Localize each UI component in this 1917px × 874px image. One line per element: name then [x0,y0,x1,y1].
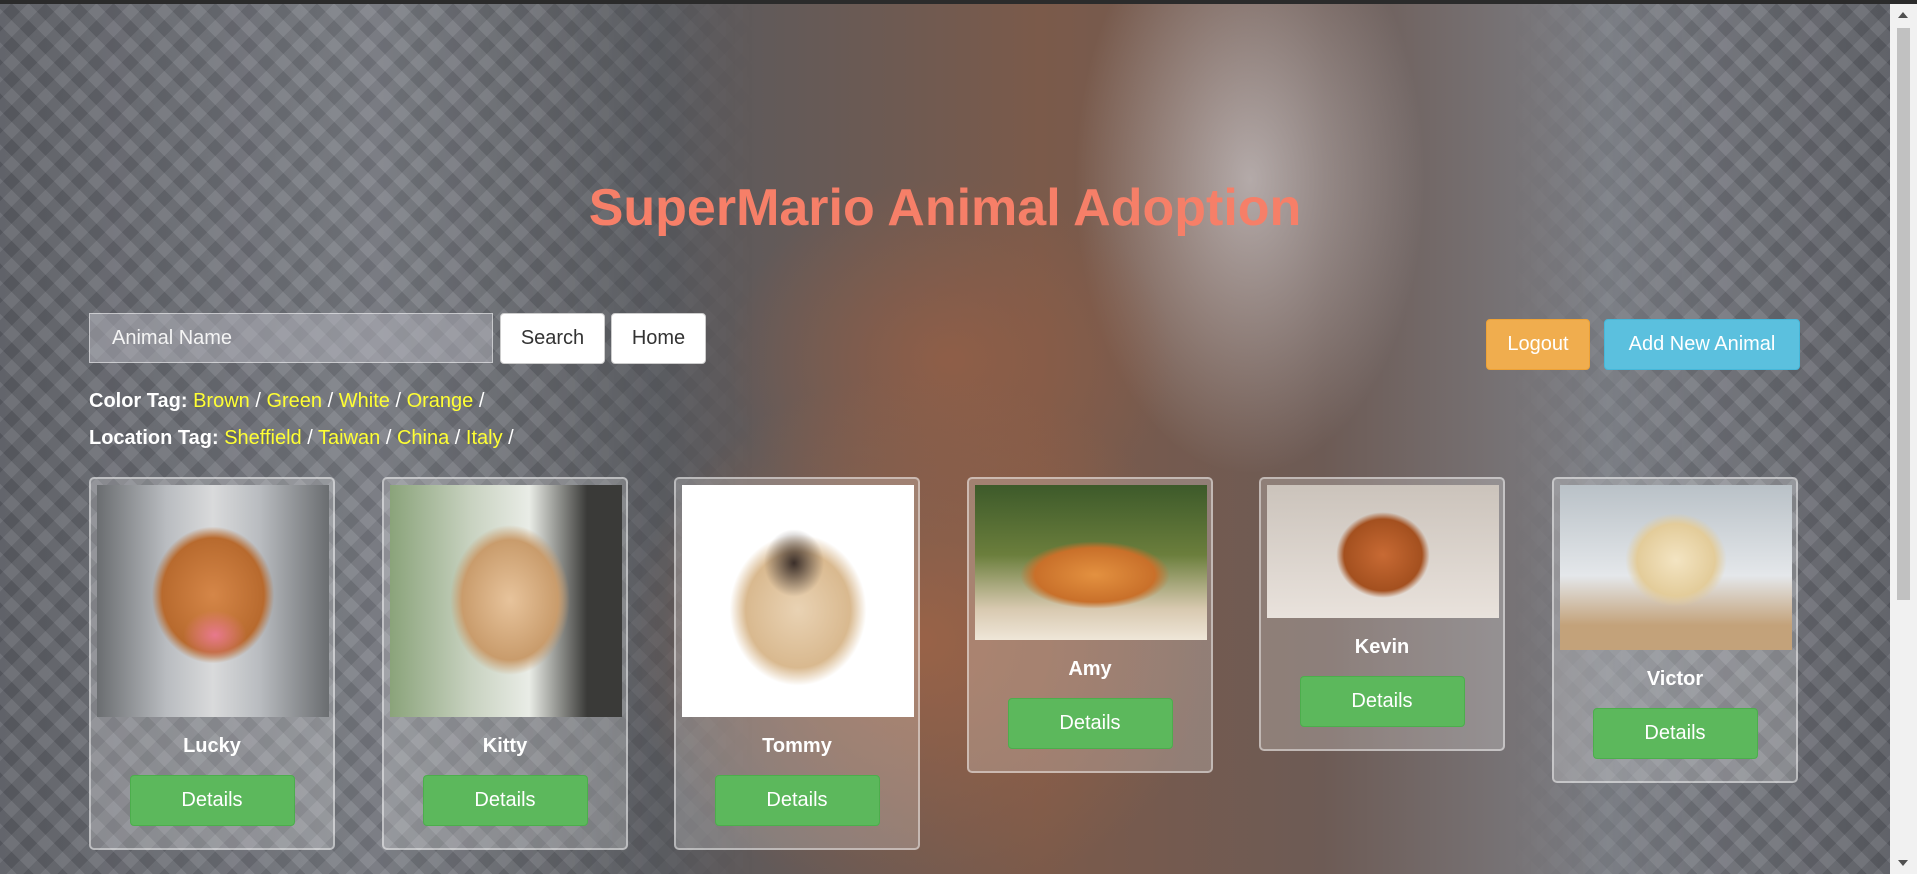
animal-name: Amy [1068,658,1112,680]
color-tag-brown[interactable]: Brown [193,390,250,412]
color-tag-label: Color Tag: [89,390,188,412]
animal-photo-pug [682,485,914,717]
animal-card-lucky: Lucky Details [89,477,335,850]
tag-separator: / [327,390,334,412]
animal-photo-dog [1267,485,1499,618]
location-tag-label: Location Tag: [89,427,219,449]
tag-separator: / [395,390,401,412]
tag-separator: / [478,390,485,412]
animal-photo-dog [97,485,329,717]
scroll-down-arrow-icon[interactable] [1898,860,1908,866]
animal-name: Kitty [482,735,528,757]
animal-card-kitty: Kitty Details [382,477,628,850]
details-button[interactable]: Details [129,775,295,826]
animal-name: Tommy [762,735,832,757]
vertical-scrollbar[interactable] [1890,4,1917,874]
color-tag-row: Color Tag: Brown / Green / White / Orang… [89,390,484,413]
details-button[interactable]: Details [714,775,880,826]
window-top-edge [0,0,1917,4]
details-button[interactable]: Details [1299,676,1465,727]
location-tag-china[interactable]: China [397,427,449,449]
color-tag-green[interactable]: Green [266,390,322,412]
tag-separator: / [508,427,514,449]
color-tag-white[interactable]: White [339,390,390,412]
search-button[interactable]: Search [500,313,605,364]
add-new-animal-button[interactable]: Add New Animal [1604,319,1800,370]
animal-name-search-input[interactable] [89,313,493,363]
details-button[interactable]: Details [422,775,588,826]
scroll-up-arrow-icon[interactable] [1898,12,1908,18]
scrollbar-thumb[interactable] [1897,28,1910,600]
details-button[interactable]: Details [1007,698,1173,749]
location-tag-taiwan[interactable]: Taiwan [318,427,380,449]
details-button[interactable]: Details [1592,708,1758,759]
tag-separator: / [385,427,392,449]
tag-separator: / [454,427,461,449]
animal-card-tommy: Tommy Details [674,477,920,850]
animal-photo-cat [390,485,622,717]
animal-photo-cat [975,485,1207,640]
page-title: SuperMario Animal Adoption [588,179,1302,237]
animal-photo-puppy [1560,485,1792,650]
logout-button[interactable]: Logout [1486,319,1590,370]
animal-name: Victor [1646,668,1704,690]
home-button[interactable]: Home [611,313,706,364]
tag-separator: / [307,427,313,449]
animal-name: Kevin [1354,636,1410,658]
color-tag-orange[interactable]: Orange [407,390,474,412]
tag-separator: / [255,390,261,412]
location-tag-italy[interactable]: Italy [466,427,503,449]
location-tag-sheffield[interactable]: Sheffield [224,427,301,449]
animal-card-kevin: Kevin Details [1259,477,1505,751]
animal-card-amy: Amy Details [967,477,1213,773]
animal-name: Lucky [183,735,241,757]
location-tag-row: Location Tag: Sheffield / Taiwan / China… [89,427,514,450]
animal-card-victor: Victor Details [1552,477,1798,783]
